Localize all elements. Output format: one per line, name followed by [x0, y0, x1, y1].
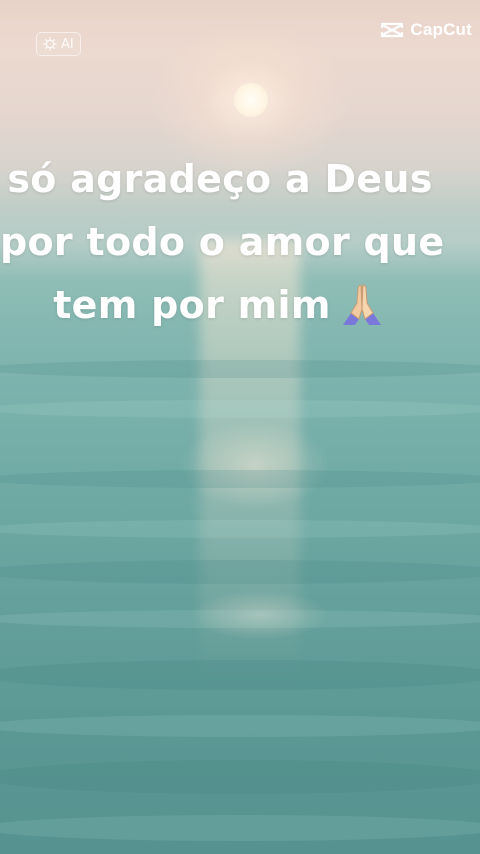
ai-badge-label: AI — [61, 36, 74, 52]
video-frame: AI CapCut só agradeço a Deus por todo o … — [0, 0, 480, 854]
wave — [0, 400, 480, 418]
wave — [0, 815, 480, 841]
caption-line: só agradeço a Deus — [7, 157, 433, 201]
wave — [0, 520, 480, 538]
sparkle-gear-icon — [43, 37, 57, 51]
wave — [0, 715, 480, 737]
ai-badge: AI — [36, 32, 81, 56]
wave — [0, 560, 480, 584]
wave — [0, 360, 480, 378]
caption-line: tem por mim — [53, 283, 331, 327]
sun-reflection-glint — [180, 420, 330, 510]
praying-hands-icon — [342, 283, 381, 325]
wave — [0, 470, 480, 488]
sun — [234, 83, 268, 117]
caption-text: só agradeço a Deus por todo o amor que t… — [0, 148, 445, 337]
wave — [0, 660, 480, 690]
capcut-watermark: CapCut — [380, 20, 472, 40]
wave — [0, 760, 480, 794]
caption-line-last: tem por mim — [0, 274, 440, 337]
brand-name: CapCut — [410, 20, 472, 39]
caption-line: por todo o amor que — [0, 220, 445, 264]
wave — [0, 610, 480, 628]
capcut-logo-icon — [381, 22, 404, 38]
